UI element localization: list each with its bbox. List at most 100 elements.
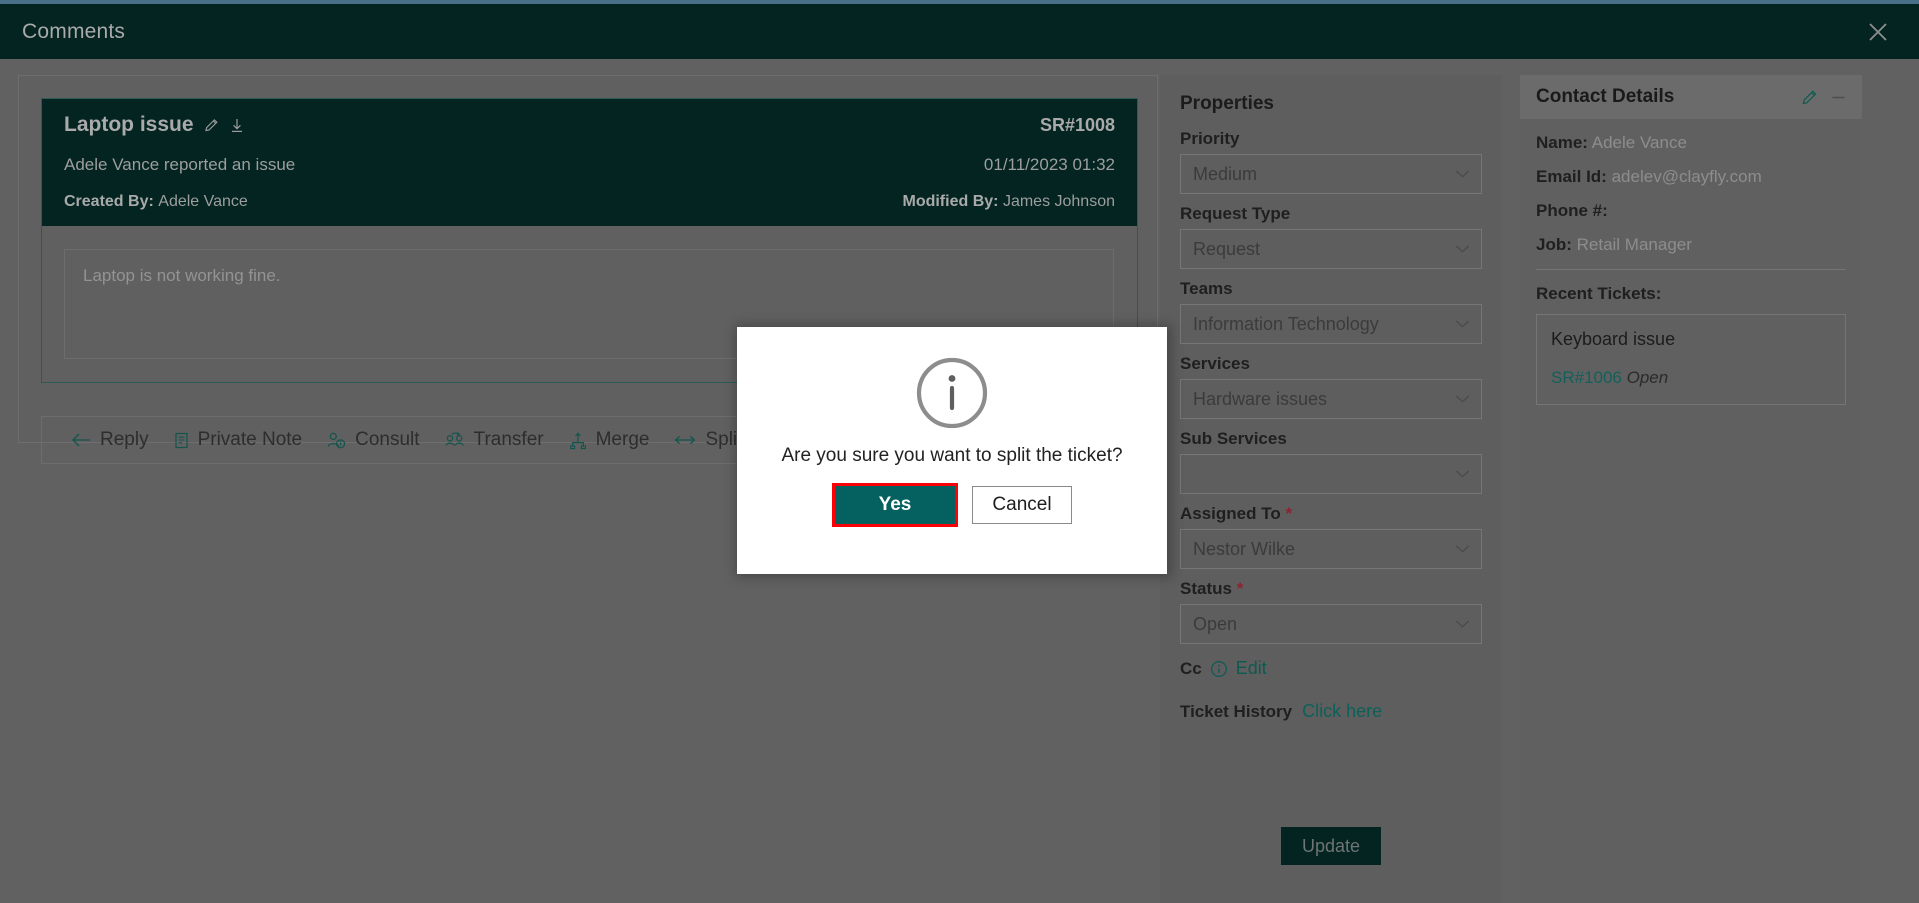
info-circle-icon[interactable]	[1210, 660, 1228, 678]
field-services: Services Hardware issues	[1180, 354, 1482, 419]
recent-ticket-status: Open	[1626, 368, 1669, 387]
field-status-label: Status *	[1180, 579, 1244, 598]
cc-label: Cc	[1180, 658, 1202, 678]
transfer-people-icon	[444, 431, 466, 450]
action-transfer[interactable]: Transfer	[432, 420, 556, 460]
contact-name-row: Name: Adele Vance	[1536, 133, 1846, 153]
close-icon[interactable]	[1863, 17, 1893, 47]
chevron-down-icon	[1455, 395, 1470, 404]
contact-job-label: Job:	[1536, 235, 1572, 254]
services-value: Hardware issues	[1193, 388, 1328, 409]
status-value: Open	[1193, 613, 1238, 634]
action-reply-label: Reply	[100, 429, 149, 450]
chevron-down-icon	[1455, 620, 1470, 629]
split-arrows-icon	[673, 432, 697, 448]
ticket-title-group: Laptop issue	[64, 113, 245, 137]
ticket-subtitle: Adele Vance reported an issue	[64, 155, 296, 174]
chevron-down-icon	[1455, 545, 1470, 554]
field-priority: Priority Medium	[1180, 129, 1482, 194]
field-services-label: Services	[1180, 354, 1250, 373]
action-reply[interactable]: Reply	[58, 420, 161, 460]
priority-select[interactable]: Medium	[1180, 154, 1482, 194]
priority-value: Medium	[1193, 163, 1258, 184]
contact-name-label: Name:	[1536, 133, 1588, 152]
field-teams: Teams Information Technology	[1180, 279, 1482, 344]
contact-job-row: Job: Retail Manager	[1536, 235, 1846, 255]
ticket-id: SR#1008	[1039, 115, 1115, 135]
field-request-type: Request Type Request	[1180, 204, 1482, 269]
cancel-button[interactable]: Cancel	[972, 486, 1072, 524]
contact-phone-row: Phone #:	[1536, 201, 1846, 221]
services-select[interactable]: Hardware issues	[1180, 379, 1482, 419]
contact-job-value: Retail Manager	[1576, 235, 1692, 254]
person-info-icon	[326, 431, 347, 450]
action-private-note-label: Private Note	[197, 429, 303, 450]
confirm-highlight-box: Yes	[832, 483, 958, 527]
app-root: Comments Laptop issue SR#1008 Adele Vanc…	[0, 0, 1919, 903]
teams-select[interactable]: Information Technology	[1180, 304, 1482, 344]
chevron-down-icon	[1455, 470, 1470, 479]
chevron-down-icon	[1455, 320, 1470, 329]
field-teams-label: Teams	[1180, 279, 1233, 298]
modal-message: Are you sure you want to split the ticke…	[781, 445, 1123, 466]
required-asterisk: *	[1285, 504, 1293, 523]
recent-ticket-id[interactable]: SR#1006	[1551, 368, 1622, 387]
required-asterisk: *	[1236, 579, 1244, 598]
info-circle-icon	[914, 355, 990, 431]
action-transfer-label: Transfer	[473, 429, 544, 450]
recent-ticket-title: Keyboard issue	[1551, 329, 1676, 349]
created-by-value: Adele Vance	[158, 193, 248, 210]
action-consult[interactable]: Consult	[314, 420, 431, 460]
assigned-to-value: Nestor Wilke	[1193, 538, 1296, 559]
cc-edit-link[interactable]: Edit	[1236, 658, 1267, 679]
comments-header-bar: Comments	[0, 4, 1919, 59]
minimize-icon[interactable]	[1829, 88, 1848, 107]
field-status: Status * Open	[1180, 579, 1482, 644]
sub-services-select[interactable]	[1180, 454, 1482, 494]
chevron-down-icon	[1455, 170, 1470, 179]
created-by-label: Created By:	[64, 193, 154, 210]
status-select[interactable]: Open	[1180, 604, 1482, 644]
recent-tickets-label: Recent Tickets:	[1536, 284, 1662, 303]
modified-by: Modified By: James Johnson	[902, 193, 1115, 211]
contact-email-label: Email Id:	[1536, 167, 1607, 186]
field-sub-services: Sub Services	[1180, 429, 1482, 494]
modal-actions: Yes Cancel	[832, 483, 1072, 527]
field-assigned-to-label: Assigned To *	[1180, 504, 1293, 523]
action-consult-label: Consult	[355, 429, 420, 450]
action-private-note[interactable]: Private Note	[161, 420, 315, 460]
action-merge-label: Merge	[595, 429, 650, 450]
contact-details-title: Contact Details	[1536, 86, 1675, 107]
created-by: Created By: Adele Vance	[64, 193, 248, 211]
recent-ticket-meta: SR#1006 Open	[1551, 368, 1831, 388]
note-icon	[173, 431, 190, 450]
assigned-to-select[interactable]: Nestor Wilke	[1180, 529, 1482, 569]
chevron-down-icon	[1455, 245, 1470, 254]
ticket-datetime: 01/11/2023 01:32	[983, 155, 1115, 174]
teams-value: Information Technology	[1193, 313, 1379, 334]
update-button[interactable]: Update	[1281, 827, 1381, 865]
cc-row: Cc Edit	[1180, 658, 1482, 679]
pencil-icon[interactable]	[203, 117, 220, 134]
recent-ticket-item[interactable]: Keyboard issue SR#1006 Open	[1536, 314, 1846, 405]
ticket-history-label: Ticket History	[1180, 701, 1293, 721]
contact-details-header: Contact Details	[1520, 75, 1862, 119]
request-type-select[interactable]: Request	[1180, 229, 1482, 269]
contact-details-panel: Contact Details Name: Adele Vance Email …	[1520, 75, 1862, 903]
merge-icon	[568, 431, 588, 450]
ticket-title: Laptop issue	[64, 113, 194, 136]
contact-details-body: Name: Adele Vance Email Id: adelev@clayf…	[1520, 119, 1862, 405]
field-priority-label: Priority	[1180, 129, 1240, 148]
contact-email-value: adelev@clayfly.com	[1611, 167, 1762, 186]
comment-text: Laptop is not working fine.	[83, 266, 281, 285]
ticket-history-link[interactable]: Click here	[1302, 701, 1382, 722]
action-merge[interactable]: Merge	[556, 420, 662, 460]
field-sub-services-label: Sub Services	[1180, 429, 1287, 448]
download-icon[interactable]	[229, 117, 245, 134]
ticket-card-header: Laptop issue SR#1008 Adele Vance reporte…	[42, 99, 1137, 226]
arrow-left-icon	[70, 431, 92, 449]
yes-button[interactable]: Yes	[835, 486, 955, 524]
contact-divider	[1536, 269, 1846, 270]
contact-email-row: Email Id: adelev@clayfly.com	[1536, 167, 1846, 187]
pencil-icon[interactable]	[1800, 88, 1819, 107]
